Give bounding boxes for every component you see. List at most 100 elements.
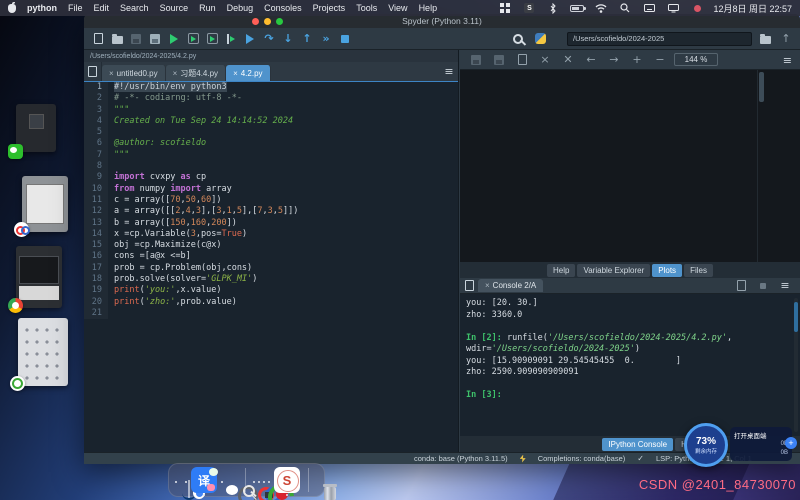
close-icon[interactable]: × — [233, 69, 238, 78]
search-icon[interactable] — [617, 0, 633, 16]
run-selection[interactable] — [223, 31, 239, 47]
plots-options-button[interactable]: ≡ — [783, 51, 792, 69]
window-titlebar[interactable]: Spyder (Python 3.11) — [84, 14, 800, 28]
preferences-wrench[interactable] — [510, 31, 526, 47]
save-plot[interactable] — [468, 52, 484, 68]
dock-item-spyder[interactable]: S — [274, 467, 300, 493]
console-tab[interactable]: × Console 2/A — [478, 279, 543, 292]
run-cell-advance[interactable] — [204, 31, 220, 47]
wifi-icon[interactable] — [593, 0, 609, 16]
menu-item[interactable]: File — [68, 3, 83, 13]
line-number: 18 — [84, 274, 108, 285]
remove-all-plots[interactable]: ✕ — [560, 52, 576, 68]
s-app-icon[interactable]: S — [521, 0, 537, 16]
record-dot-icon[interactable] — [689, 0, 705, 16]
menu-item[interactable]: Source — [160, 3, 189, 13]
keyboard-icon[interactable] — [641, 0, 657, 16]
plots-divider — [757, 70, 758, 262]
editor-files-button[interactable] — [84, 62, 102, 81]
plots-scrollbar[interactable] — [759, 72, 764, 102]
menu-item[interactable]: python — [27, 3, 57, 13]
minimized-window-dialog[interactable] — [22, 176, 68, 232]
menu-item[interactable]: Edit — [94, 3, 110, 13]
bluetooth-icon[interactable] — [545, 0, 561, 16]
step-out[interactable]: ↑ — [299, 31, 315, 47]
close-icon[interactable]: × — [173, 69, 178, 78]
menu-item[interactable]: Projects — [313, 3, 346, 13]
save-all[interactable] — [147, 31, 163, 47]
menu-item[interactable]: Consoles — [264, 3, 302, 13]
interrupt-icon[interactable] — [756, 278, 770, 294]
copy-image[interactable] — [514, 52, 530, 68]
panel-tab-help[interactable]: Help — [547, 264, 575, 277]
step-over[interactable]: ↷ — [261, 31, 277, 47]
code-line: 18prob.solve(solver='GLPK_MI') — [84, 274, 458, 285]
step-into[interactable]: ↓ — [280, 31, 296, 47]
memory-tooltip[interactable]: 打开桌面端 0B0B + — [730, 427, 792, 461]
battery-icon[interactable] — [569, 0, 585, 16]
editor-options-button[interactable]: ≡ — [440, 62, 458, 81]
console-output[interactable]: you: [20. 30.]zho: 3360.0 In [2]: runfil… — [460, 294, 800, 436]
console-list-button[interactable] — [460, 280, 478, 291]
previous-plot[interactable]: ← — [583, 52, 599, 68]
new-file[interactable] — [90, 31, 106, 47]
menu-item[interactable]: View — [388, 3, 407, 13]
python-env[interactable] — [532, 31, 548, 47]
remove-plot[interactable]: × — [537, 52, 553, 68]
code-text: from numpy import array — [108, 184, 232, 195]
parent-directory-up[interactable]: ↑ — [778, 31, 794, 47]
zoom-out[interactable]: − — [652, 52, 668, 68]
save-all-plots[interactable] — [491, 52, 507, 68]
menu-item[interactable]: Tools — [356, 3, 377, 13]
chrome-badge-icon — [8, 298, 23, 313]
plots-zoom-level[interactable]: 144 % — [674, 53, 718, 66]
dock: 译S — [168, 463, 325, 497]
panel-tab-variable-explorer[interactable]: Variable Explorer — [577, 264, 650, 277]
code-line: 2# -*- codiarng: utf-8 -*- — [84, 93, 458, 104]
open-file[interactable] — [109, 31, 125, 47]
menu-item[interactable]: Search — [120, 3, 149, 13]
menu-item[interactable]: Run — [199, 3, 216, 13]
close-icon[interactable]: × — [485, 281, 490, 290]
editor-tab[interactable]: ×untitled0.py — [102, 65, 166, 81]
zoom-in[interactable]: + — [629, 52, 645, 68]
menu-clock[interactable]: 12月8日 周日 22:57 — [713, 2, 792, 15]
display-icon[interactable] — [665, 0, 681, 16]
stop[interactable] — [337, 31, 353, 47]
run-cell[interactable] — [185, 31, 201, 47]
menu-icon[interactable]: ≡ — [778, 278, 792, 294]
new-console-icon[interactable] — [734, 278, 748, 294]
working-directory-selector[interactable]: /Users/scofieldo/2024-2025 — [567, 32, 752, 46]
panel-tab-plots[interactable]: Plots — [652, 264, 682, 277]
run[interactable] — [166, 31, 182, 47]
plots-content[interactable] — [460, 70, 800, 262]
next-plot[interactable]: → — [606, 52, 622, 68]
open-directory[interactable] — [757, 31, 773, 47]
code-line: 7""" — [84, 150, 458, 161]
menu-item[interactable]: Debug — [227, 3, 254, 13]
save[interactable] — [128, 31, 144, 47]
line-number: 19 — [84, 285, 108, 296]
console-scrollbar[interactable] — [794, 298, 798, 432]
console-line: In [2]: runfile('/Users/scofieldo/2024-2… — [466, 333, 794, 345]
plus-icon[interactable]: + — [785, 437, 797, 449]
grid-icon[interactable] — [497, 0, 513, 16]
memory-percent-bubble[interactable]: 73% 剩余内存 — [684, 423, 728, 467]
minimized-window-grid[interactable] — [18, 318, 68, 386]
memory-cleaner-widget[interactable]: 73% 剩余内存 打开桌面端 0B0B + — [684, 423, 792, 467]
console-line: you: [20. 30.] — [466, 298, 794, 310]
menu-item[interactable]: Help — [419, 3, 438, 13]
apple-menu-icon[interactable] — [8, 4, 16, 13]
bottom-tab-ipython-console[interactable]: IPython Console — [602, 438, 673, 451]
code-editor[interactable]: 1#!/usr/bin/env python32# -*- codiarng: … — [84, 82, 458, 452]
panel-tab-files[interactable]: Files — [684, 264, 713, 277]
minimized-window-ide[interactable] — [16, 246, 62, 308]
menu-icon: ≡ — [783, 54, 792, 67]
debug[interactable] — [242, 31, 258, 47]
editor-tab[interactable]: ×习题4.4.py — [166, 65, 226, 81]
editor-tab[interactable]: ×4.2.py — [226, 65, 270, 81]
line-number: 12 — [84, 206, 108, 217]
continue[interactable]: » — [318, 31, 334, 47]
line-number: 8 — [84, 161, 108, 172]
close-icon[interactable]: × — [109, 69, 114, 78]
